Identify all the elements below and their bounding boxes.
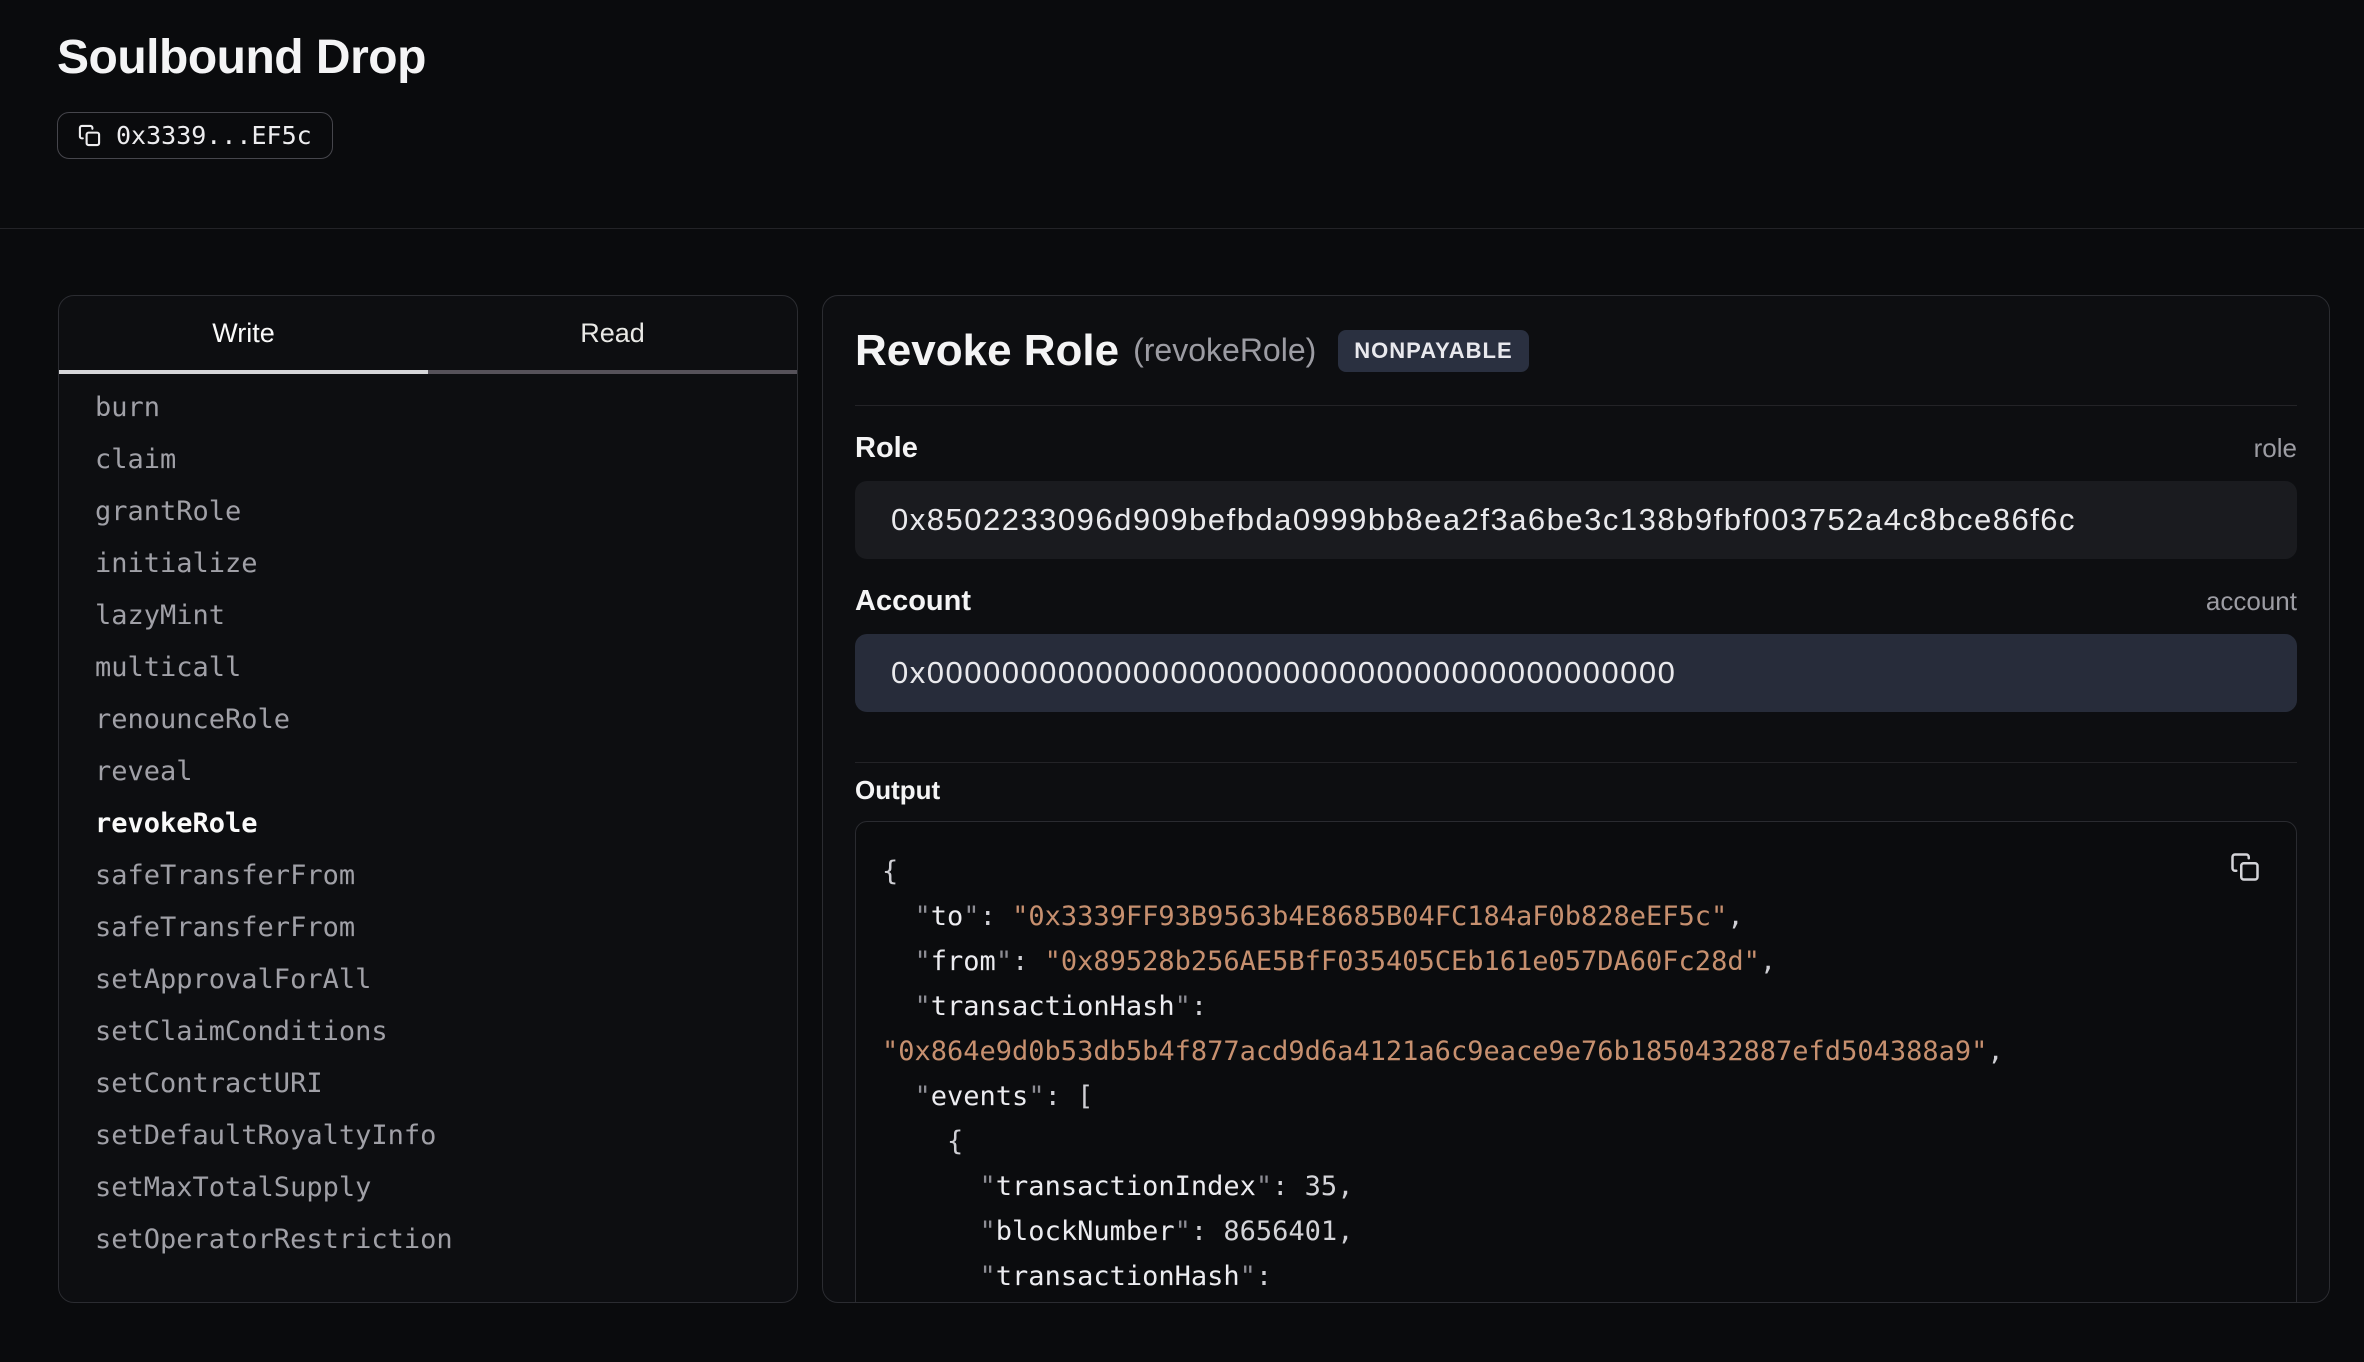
tab-read-label: Read [580,318,645,349]
function-signature: (revokeRole) [1133,332,1316,369]
output-code-line: { [882,1119,2270,1164]
function-title: Revoke Role [855,326,1119,376]
copy-icon [2230,852,2260,882]
output-code-line: "blockNumber": 8656401, [882,1209,2270,1254]
tab-write-label: Write [212,318,275,349]
output-code-line: { [882,849,2270,894]
account-field-label: Account [855,585,971,618]
main-content: Write Read burnclaimgrantRoleinitializel… [0,229,2364,1303]
role-input-value: 0x8502233096d909befbda0999bb8ea2f3a6be3c… [891,502,2076,538]
function-list-item[interactable]: setApprovalForAll [59,954,797,1006]
function-list-item[interactable]: revokeRole [59,798,797,850]
copy-icon [78,124,101,147]
page-title: Soulbound Drop [57,30,2307,86]
copy-output-button[interactable] [2230,852,2260,882]
function-list-item[interactable]: safeTransferFrom [59,850,797,902]
output-divider [855,762,2297,763]
function-list-item[interactable]: setContractURI [59,1058,797,1110]
output-code-line: "transactionHash": [882,984,2270,1029]
function-list-item[interactable]: burn [59,382,797,434]
function-list-item[interactable]: setDefaultRoyaltyInfo [59,1110,797,1162]
function-list-item[interactable]: setMaxTotalSupply [59,1162,797,1214]
output-code: { "to": "0x3339FF93B9563b4E8685B04FC184a… [882,849,2270,1299]
contract-address-badge[interactable]: 0x3339...EF5c [57,112,333,159]
role-field-label: Role [855,432,918,465]
detail-header: Revoke Role (revokeRole) NONPAYABLE [855,296,2297,406]
function-list-item[interactable]: setOperatorRestriction [59,1214,797,1266]
output-code-line: "events": [ [882,1074,2270,1119]
account-param-name: account [2206,586,2297,617]
output-code-line: "0x864e9d0b53db5b4f877acd9d6a4121a6c9eac… [882,1029,2270,1074]
function-list-item[interactable]: lazyMint [59,590,797,642]
output-code-line: "transactionHash": [882,1254,2270,1299]
mutability-badge: NONPAYABLE [1338,330,1528,372]
output-code-line: "to": "0x3339FF93B9563b4E8685B04FC184aF0… [882,894,2270,939]
role-input[interactable]: 0x8502233096d909befbda0999bb8ea2f3a6be3c… [855,481,2297,559]
account-input[interactable]: 0x00000000000000000000000000000000000000… [855,634,2297,712]
tab-bar: Write Read [59,296,797,374]
function-list-item[interactable]: reveal [59,746,797,798]
function-list-item[interactable]: renounceRole [59,694,797,746]
output-code-line: "from": "0x89528b256AE5BfF035405CEb161e0… [882,939,2270,984]
function-list-item[interactable]: setClaimConditions [59,1006,797,1058]
tab-write[interactable]: Write [59,296,428,374]
account-input-value: 0x00000000000000000000000000000000000000… [891,655,1676,691]
role-param-name: role [2254,433,2297,464]
function-list-item[interactable]: claim [59,434,797,486]
function-list-item[interactable]: initialize [59,538,797,590]
function-detail-panel: Revoke Role (revokeRole) NONPAYABLE Role… [822,295,2330,1303]
page-header: Soulbound Drop 0x3339...EF5c [0,0,2364,159]
contract-address-label: 0x3339...EF5c [116,121,312,150]
account-field-row: Account account [855,585,2297,619]
function-list-item[interactable]: multicall [59,642,797,694]
function-list-item[interactable]: grantRole [59,486,797,538]
output-code-line: "transactionIndex": 35, [882,1164,2270,1209]
function-list: burnclaimgrantRoleinitializelazyMintmult… [59,374,797,1266]
function-list-item[interactable]: safeTransferFrom [59,902,797,954]
output-label: Output [855,775,2297,805]
tab-read[interactable]: Read [428,296,797,374]
function-list-panel: Write Read burnclaimgrantRoleinitializel… [58,295,798,1303]
role-field-row: Role role [855,432,2297,466]
output-code-block: { "to": "0x3339FF93B9563b4E8685B04FC184a… [855,821,2297,1303]
